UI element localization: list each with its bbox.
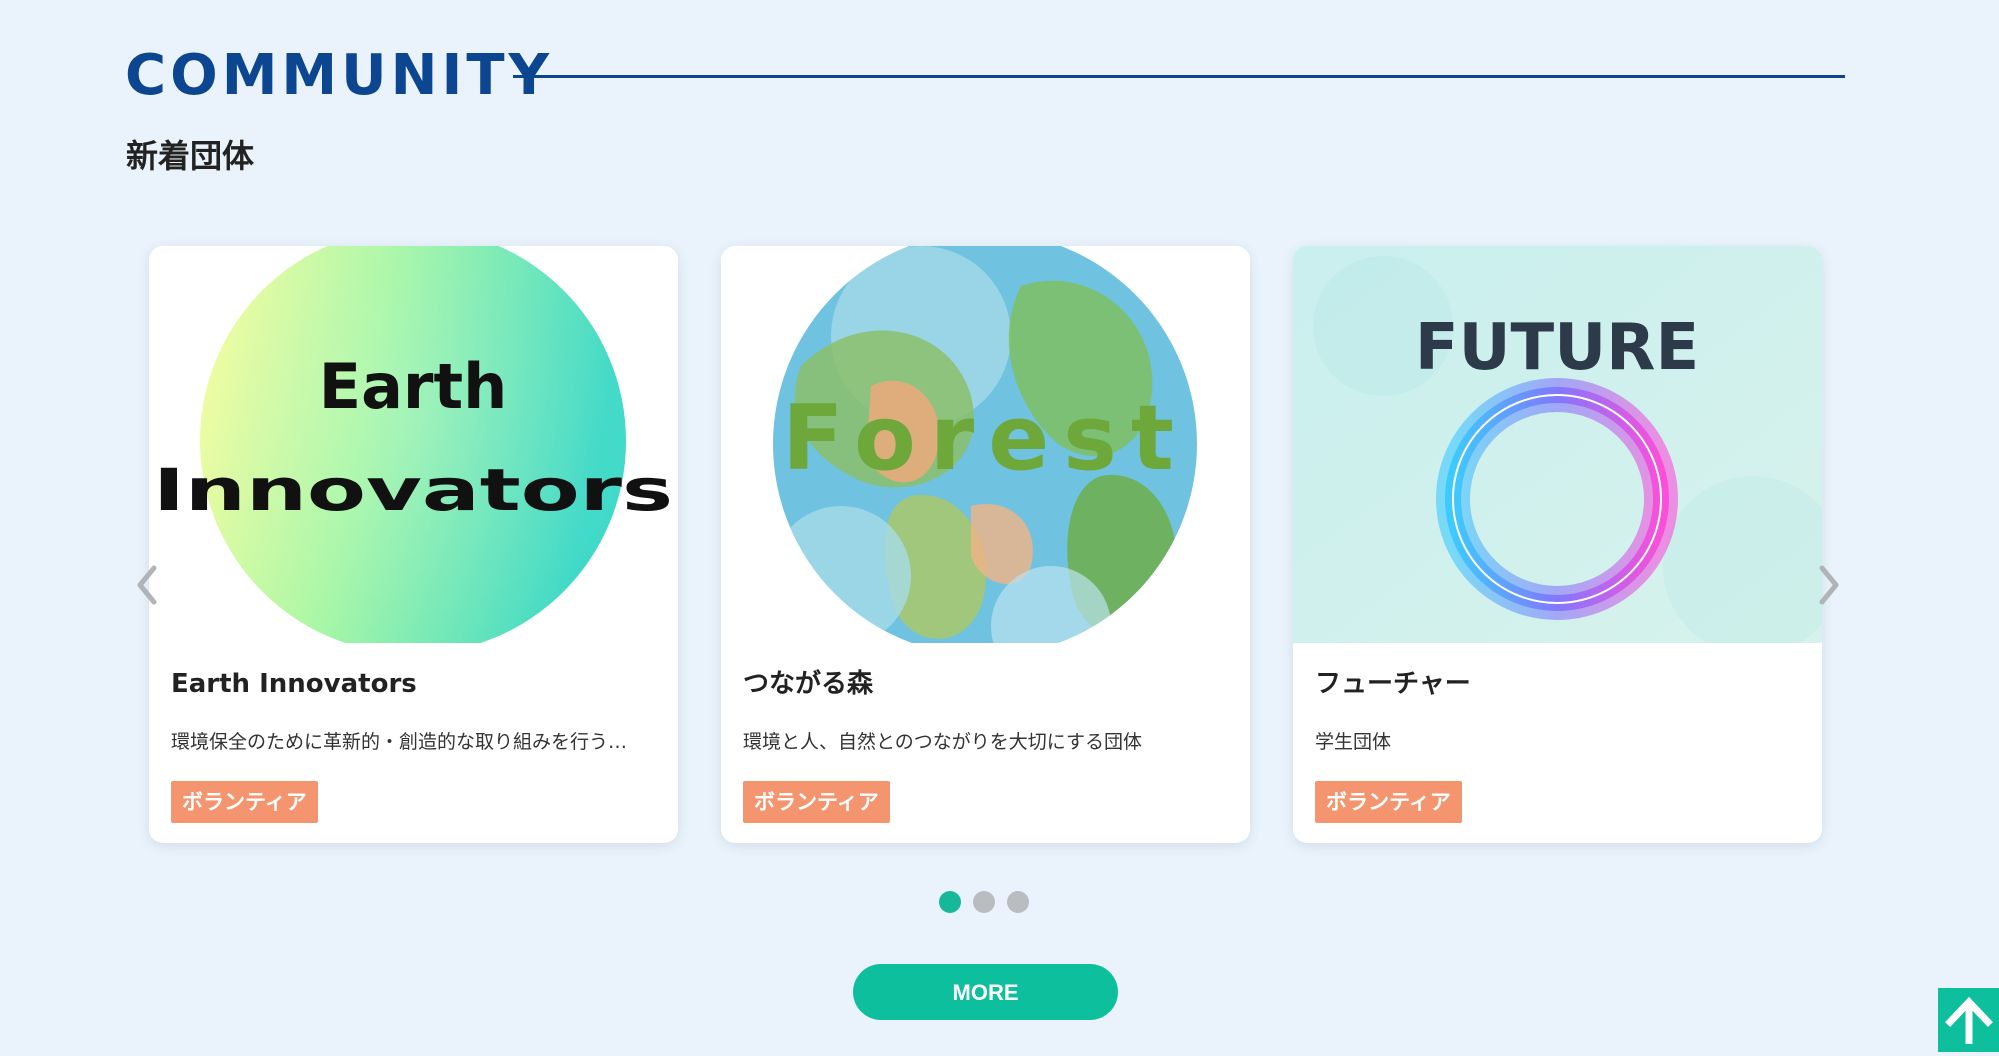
card-description: 環境と人、自然とのつながりを大切にする団体 [743,731,1143,753]
card-image-future: FUTURE [1293,246,1822,643]
more-button[interactable]: MORE [853,964,1118,1020]
earth-innovators-logo: Earth Innovators [153,246,673,643]
category-tag: ボランティア [171,781,318,823]
scroll-to-top-button[interactable] [1938,988,1999,1052]
chevron-left-icon [137,565,157,605]
pagination-dot-3[interactable] [1007,891,1029,913]
card-description: 環境保全のために革新的・創造的な取り組みを行う… [171,731,628,753]
section-header: COMMUNITY [125,40,1845,112]
title-divider [513,75,1845,78]
forest-logo: Forest [773,246,1197,643]
pagination-dot-2[interactable] [973,891,995,913]
category-tag: ボランティア [1315,781,1462,823]
carousel-prev-button[interactable] [128,560,168,610]
carousel-next-button[interactable] [1808,560,1848,610]
section-title: COMMUNITY [125,43,554,108]
community-card-future[interactable]: FUTURE フューチャー 学生団体 ボランティア [1293,246,1822,843]
section-subtitle: 新着団体 [126,137,255,175]
future-logo: FUTURE [1293,246,1822,643]
card-image-forest: Forest [721,246,1250,643]
card-description: 学生団体 [1315,731,1392,753]
card-name: つながる森 [743,669,874,699]
card-name: Earth Innovators [171,669,417,699]
arrow-up-icon [1945,996,1993,1044]
community-card-earth-innovators[interactable]: Earth Innovators Earth Innovators 環境保全のた… [149,246,678,843]
card-image-earth-innovators: Earth Innovators [149,246,678,643]
logo-text: FUTURE [1415,311,1699,385]
community-card-forest[interactable]: Forest つながる森 環境と人、自然とのつながりを大切にする団体 ボランティ… [721,246,1250,843]
chevron-right-icon [1819,565,1839,605]
community-carousel: Earth Innovators Earth Innovators 環境保全のた… [130,246,1830,846]
category-tag: ボランティア [743,781,890,823]
logo-text: Forest [782,386,1188,491]
logo-line-2: Innovators [153,456,673,524]
logo-line-1: Earth [319,350,508,423]
pagination-dot-1[interactable] [939,891,961,913]
card-name: フューチャー [1315,669,1471,699]
